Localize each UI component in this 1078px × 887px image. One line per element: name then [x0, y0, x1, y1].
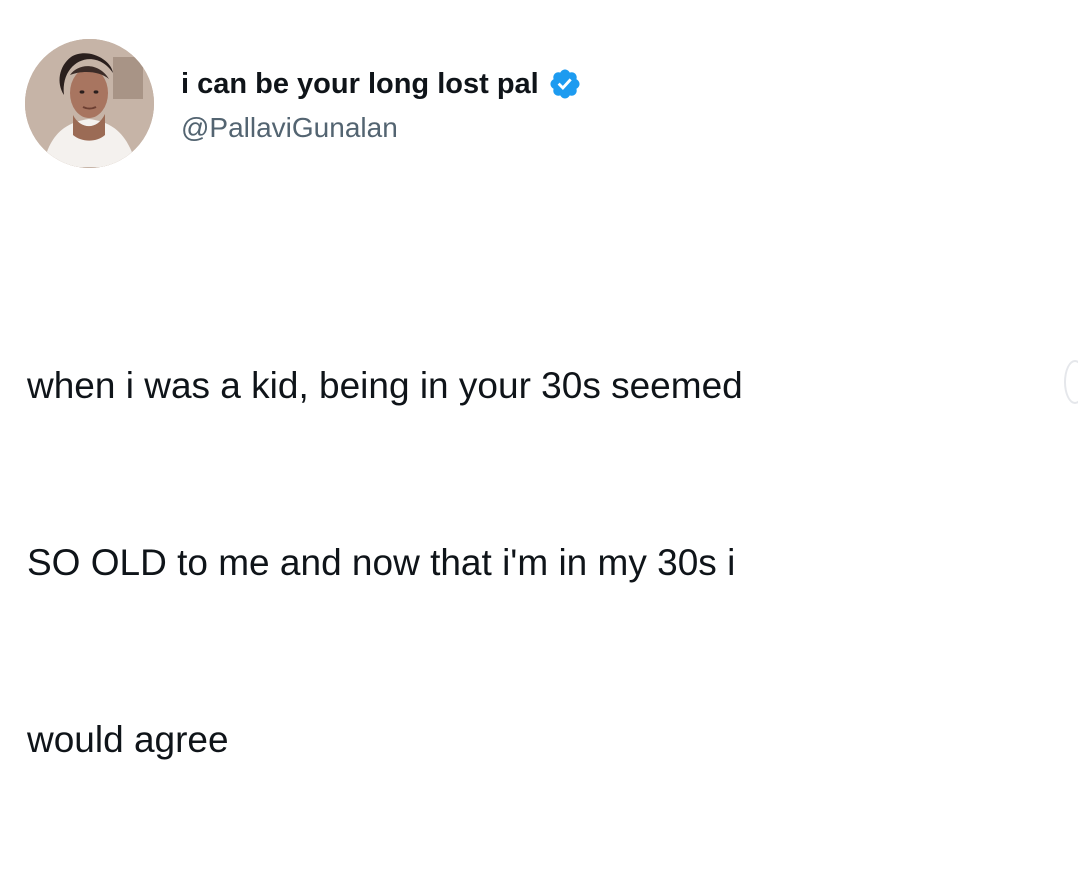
avatar-photo — [25, 39, 154, 168]
verified-badge-icon — [548, 67, 582, 101]
tweet-text: when i was a kid, being in your 30s seem… — [27, 238, 1057, 887]
author-name-row: i can be your long lost pal — [181, 64, 582, 104]
tweet-card: i can be your long lost pal @PallaviGuna… — [0, 0, 1078, 760]
author-handle[interactable]: @PallaviGunalan — [181, 111, 398, 145]
tweet-text-line: when i was a kid, being in your 30s seem… — [27, 365, 743, 406]
avatar[interactable] — [25, 39, 154, 168]
edge-handle — [1064, 360, 1078, 404]
author-display-name[interactable]: i can be your long lost pal — [181, 66, 539, 102]
tweet-text-line: would agree — [27, 719, 229, 760]
tweet-text-line: SO OLD to me and now that i'm in my 30s … — [27, 542, 736, 583]
